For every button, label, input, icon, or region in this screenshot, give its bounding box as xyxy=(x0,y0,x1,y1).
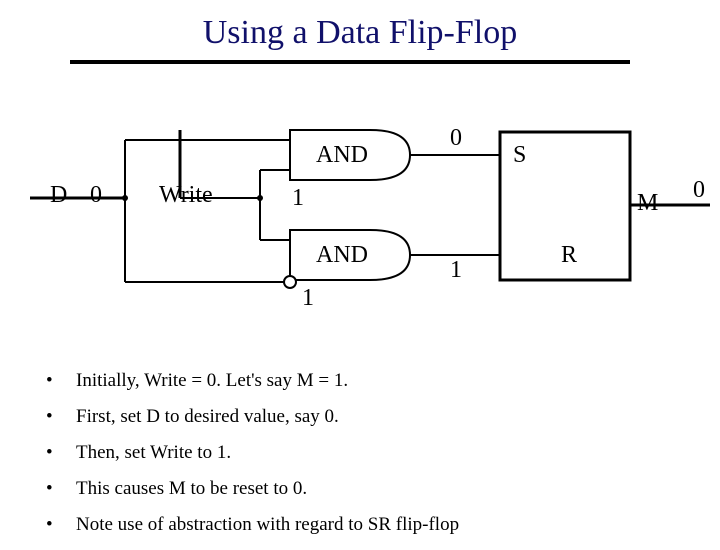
label-D: D xyxy=(50,182,67,209)
title-rule xyxy=(70,60,630,64)
slide: Using a Data Flip-Flop D 0 Write AND 0 1… xyxy=(0,0,720,540)
bullet-item: This causes M to be reset to 0. xyxy=(36,478,686,500)
junction-D xyxy=(122,195,128,201)
circuit-diagram: D 0 Write AND 0 1 AND 1 1 S R M 0 xyxy=(0,130,720,350)
label-inverter-out: 1 xyxy=(302,285,314,312)
label-R: R xyxy=(561,242,577,269)
label-AND-bot: AND xyxy=(316,242,368,269)
label-AND-top: AND xyxy=(316,142,368,169)
bullet-list: Initially, Write = 0. Let's say M = 1. F… xyxy=(36,370,686,550)
bullet-item: Note use of abstraction with regard to S… xyxy=(36,514,686,536)
label-AND-bot-out: 1 xyxy=(450,257,462,284)
label-M-value: 0 xyxy=(693,177,705,204)
label-mid-write: 1 xyxy=(292,185,304,212)
inverter-bubble-icon xyxy=(284,276,296,288)
junction-write xyxy=(257,195,263,201)
bullet-item: First, set D to desired value, say 0. xyxy=(36,406,686,428)
label-Write: Write xyxy=(159,182,213,209)
page-title: Using a Data Flip-Flop xyxy=(0,14,720,52)
label-AND-top-out: 0 xyxy=(450,125,462,152)
bullet-item: Initially, Write = 0. Let's say M = 1. xyxy=(36,370,686,392)
label-S: S xyxy=(513,142,526,169)
label-M: M xyxy=(637,190,658,217)
bullet-item: Then, set Write to 1. xyxy=(36,442,686,464)
label-D-value: 0 xyxy=(90,182,102,209)
